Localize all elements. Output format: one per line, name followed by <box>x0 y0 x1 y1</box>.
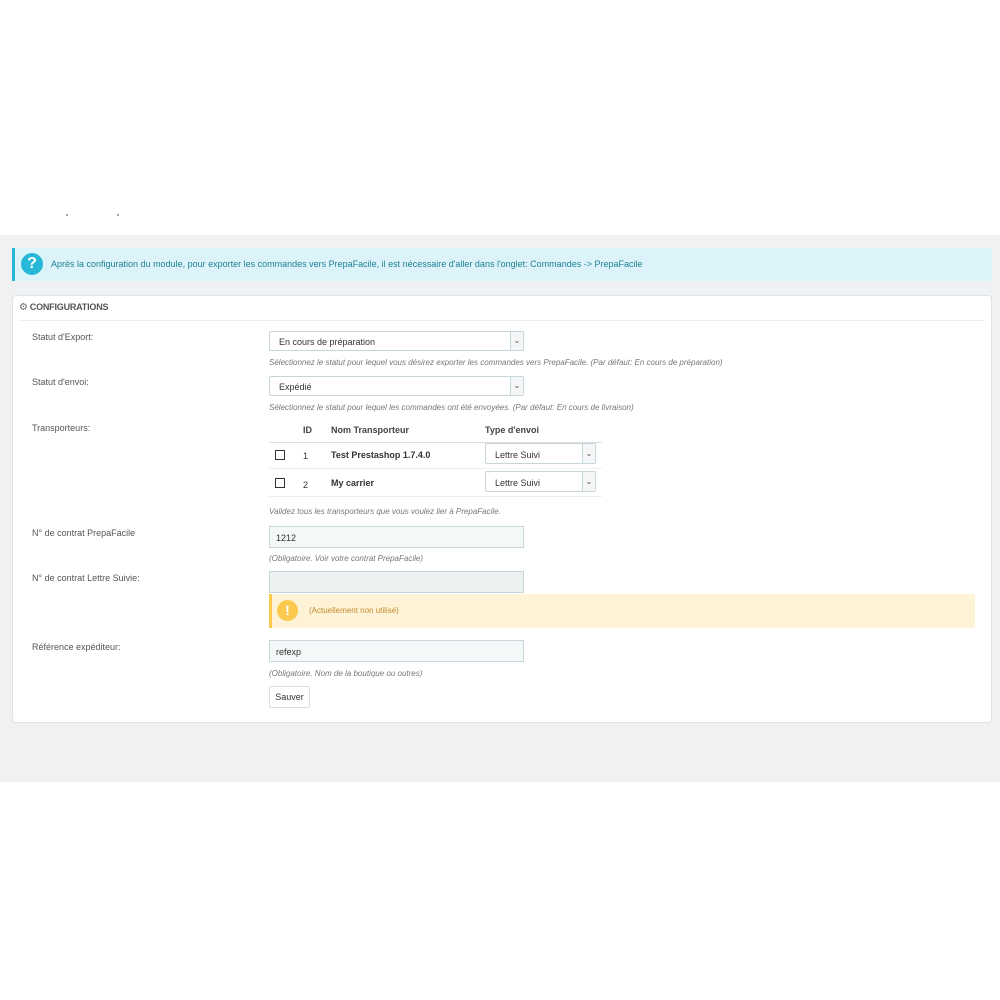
sender-reference-help: (Obligatoire. Nom de la boutique ou outr… <box>269 669 423 678</box>
carrier-type-select-2[interactable]: Lettre Suivi ⌄ <box>485 471 596 492</box>
contract-lettre-suivie-label: N° de contrat Lettre Suivie: <box>32 573 140 583</box>
contract-prepafacile-help: (Obligatoire. Voir votre contrat PrepaFa… <box>269 554 423 563</box>
export-status-label: Statut d'Export: <box>32 332 94 342</box>
panel-heading: ⚙ CONFIGURATIONS <box>19 302 985 321</box>
contract-prepafacile-label: N° de contrat PrepaFacile <box>32 528 136 538</box>
carrier-type-value: Lettre Suivi <box>495 478 541 488</box>
chevron-down-icon: ⌄ <box>582 444 595 463</box>
exclamation-icon: ! <box>277 600 298 621</box>
panel-title: CONFIGURATIONS <box>29 302 109 312</box>
carrier-type-select-1[interactable]: Lettre Suivi ⌄ <box>485 443 596 464</box>
row-divider <box>269 468 602 469</box>
chevron-down-icon: ⌄ <box>510 332 523 350</box>
carrier-type-value: Lettre Suivi <box>495 450 541 460</box>
export-status-value: En cours de préparation <box>279 337 376 347</box>
carriers-label: Transporteurs: <box>32 423 91 433</box>
sender-reference-input[interactable]: refexp <box>269 640 524 662</box>
col-header-type: Type d'envoi <box>485 425 539 435</box>
col-header-name: Nom Transporteur <box>331 425 410 435</box>
cogs-icon: ⚙ <box>19 302 28 313</box>
admin-content: ? Après la configuration du module, pour… <box>0 235 1000 782</box>
info-alert-text: Après la configuration du module, pour e… <box>51 259 643 269</box>
shipping-status-select[interactable]: Expédié ⌄ <box>269 376 524 396</box>
chevron-down-icon: ⌄ <box>582 472 595 491</box>
sender-reference-label: Référence expéditeur: <box>32 642 121 652</box>
carrier-id: 2 <box>303 480 309 490</box>
warning-alert: ! (Actuellement non utilisé) <box>269 594 975 628</box>
configuration-panel: ⚙ CONFIGURATIONS Statut d'Export: En cour… <box>12 295 992 723</box>
carrier-name: Test Prestashop 1.7.4.0 <box>331 450 431 460</box>
col-header-id: ID <box>303 425 312 435</box>
chevron-down-icon: ⌄ <box>510 377 523 395</box>
shipping-status-help: Sélectionnez le statut pour lequel les c… <box>269 403 634 412</box>
contract-lettre-suivie-input[interactable] <box>269 571 524 593</box>
carriers-help: Validez tous les transporteurs que vous … <box>269 507 501 516</box>
export-status-select[interactable]: En cours de préparation ⌄ <box>269 331 524 351</box>
export-status-help: Sélectionnez le statut pour lequel vous … <box>269 358 723 367</box>
info-alert: ? Après la configuration du module, pour… <box>12 248 992 281</box>
contract-prepafacile-input[interactable]: 1212 <box>269 526 524 548</box>
shipping-status-value: Expédié <box>279 382 312 392</box>
carrier-checkbox-2[interactable] <box>275 478 285 488</box>
warning-alert-text: (Actuellement non utilisé) <box>309 606 399 615</box>
question-icon: ? <box>21 253 43 275</box>
carrier-name: My carrier <box>331 478 375 488</box>
save-button[interactable]: Sauver <box>269 686 310 708</box>
breadcrumb-dots <box>66 214 126 218</box>
row-divider <box>269 496 602 497</box>
carrier-id: 1 <box>303 451 309 461</box>
shipping-status-label: Statut d'envoi: <box>32 377 89 387</box>
carrier-checkbox-1[interactable] <box>275 450 285 460</box>
